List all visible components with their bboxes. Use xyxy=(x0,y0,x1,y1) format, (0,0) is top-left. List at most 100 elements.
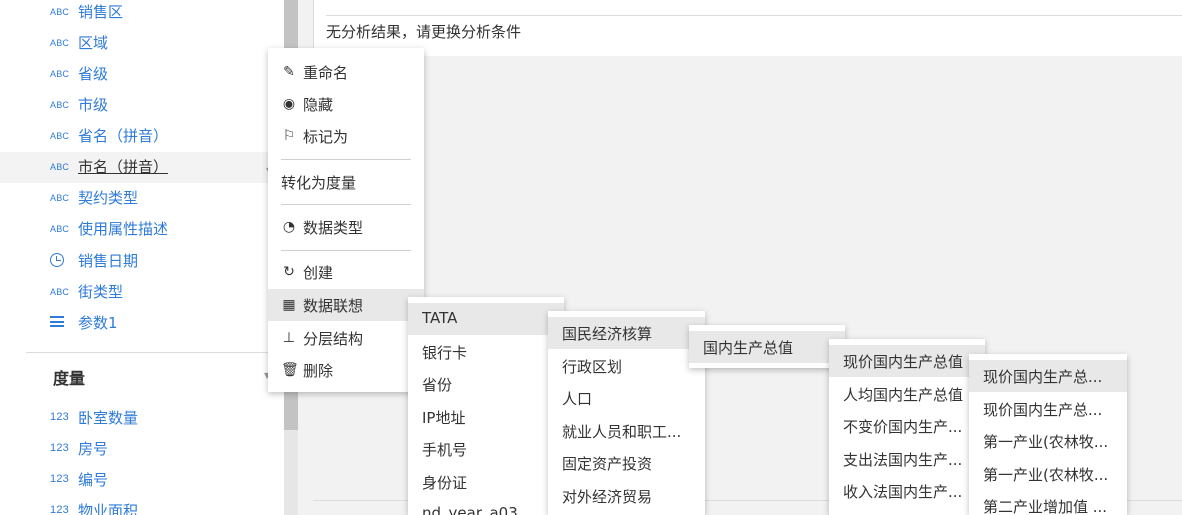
hierarchy-icon: ⊥ xyxy=(282,330,296,346)
submenu-item[interactable]: 就业人员和职工... xyxy=(548,415,705,447)
field-label: 房号 xyxy=(78,440,109,458)
menu-separator xyxy=(281,250,411,251)
menu-item-hierarchy[interactable]: ⊥ 分层结构 xyxy=(268,322,424,354)
submenu-item[interactable]: IP地址 xyxy=(408,401,564,433)
submenu-item[interactable]: 对外经济贸易 xyxy=(548,480,705,512)
field-label: 契约类型 xyxy=(78,189,139,207)
menu-label: 分层结构 xyxy=(303,330,364,348)
measure-item[interactable]: 123 编号 xyxy=(0,465,270,496)
submenu-item[interactable]: 现价国内生产总... xyxy=(969,393,1127,425)
measure-item[interactable]: 123 物业面积 xyxy=(0,496,270,515)
measure-item[interactable]: 123 卧室数量 xyxy=(0,403,270,434)
field-item[interactable]: 销售日期 xyxy=(0,246,270,277)
menu-item-data-association[interactable]: ▦ 数据联想 xyxy=(268,289,424,321)
flag-icon: ⚐ xyxy=(282,128,296,144)
menu-separator xyxy=(281,159,411,160)
submenu-label: 人均国内生产总值 xyxy=(843,386,964,404)
menu-item-data-type[interactable]: ◔ 数据类型 xyxy=(268,211,424,243)
field-label: 使用属性描述 xyxy=(78,220,169,238)
field-item-selected[interactable]: ABC 市名（拼音） xyxy=(0,152,270,183)
number-type-icon: 123 xyxy=(50,411,69,423)
field-item[interactable]: ABC 市级 xyxy=(0,90,270,121)
field-item[interactable]: ABC 街类型 xyxy=(0,277,270,308)
field-label: 编号 xyxy=(78,471,109,489)
menu-item-delete[interactable]: 🗑 删除 xyxy=(268,354,424,386)
submenu-label: 国民经济核算 xyxy=(562,325,653,343)
submenu-label: 第二产业增加值 ... xyxy=(983,498,1108,515)
submenu-label: 行政区划 xyxy=(562,358,623,376)
submenu-item[interactable]: 银行卡 xyxy=(408,336,564,368)
submenu-label: IP地址 xyxy=(422,409,466,427)
submenu-label: 现价国内生产总... xyxy=(983,368,1103,386)
field-label: 销售日期 xyxy=(78,252,139,270)
submenu-gdp-submetrics: 现价国内生产总... 现价国内生产总... 第一产业(农林牧... 第一产业(农… xyxy=(969,354,1127,515)
menu-item-mark-as[interactable]: ⚐ 标记为 xyxy=(268,120,424,152)
field-item[interactable]: ABC 区域 xyxy=(0,28,270,59)
menu-item-convert-to-measure[interactable]: 转化为度量 xyxy=(268,166,424,198)
create-icon: ↻ xyxy=(283,264,295,280)
submenu-item[interactable]: 国民经济核算 xyxy=(548,317,705,349)
submenu-label: 第一产业(农林牧... xyxy=(983,433,1109,451)
field-label: 参数1 xyxy=(78,314,118,332)
text-type-icon: ABC xyxy=(50,224,70,234)
submenu-label: 不变价国内生产... xyxy=(843,418,963,436)
field-item[interactable]: ABC 省名（拼音） xyxy=(0,121,270,152)
number-type-icon: 123 xyxy=(50,473,69,485)
submenu-item[interactable]: 第一产业(农林牧... xyxy=(969,458,1127,490)
submenu-label: 对外经济贸易 xyxy=(562,488,653,506)
field-panel: ABC 销售区 ABC 区域 ABC 省级 ABC 市级 ABC 省名（拼音） ABC 市名… xyxy=(0,0,284,515)
submenu-item[interactable]: 现价国内生产总... xyxy=(969,360,1127,392)
field-item[interactable]: ABC 契约类型 xyxy=(0,183,270,214)
submenu-item[interactable]: 不变价国内生产... xyxy=(829,410,985,442)
submenu-label: nd_year_a03 xyxy=(422,504,518,515)
submenu-item[interactable]: 固定资产投资 xyxy=(548,447,705,479)
submenu-item[interactable]: 国内生产总值 xyxy=(689,331,845,363)
clock-icon xyxy=(50,253,64,267)
text-type-icon: ABC xyxy=(50,287,70,297)
measures-title: 度量 xyxy=(53,369,86,388)
submenu-item[interactable]: nd_year_a03 xyxy=(408,498,564,515)
field-item[interactable]: ABC 使用属性描述 xyxy=(0,214,270,245)
submenu-item[interactable]: 现价国内生产总值 xyxy=(829,345,985,377)
submenu-gdp: 国内生产总值 xyxy=(689,325,845,368)
submenu-item[interactable]: 第一产业(农林牧... xyxy=(969,425,1127,457)
field-label: 物业面积 xyxy=(78,502,139,515)
submenu-item[interactable]: 人口 xyxy=(548,382,705,414)
text-type-icon: ABC xyxy=(50,131,70,141)
submenu-label: 人口 xyxy=(562,390,593,408)
submenu-label: 固定资产投资 xyxy=(562,455,653,473)
submenu-item[interactable]: 收入法国内生产... xyxy=(829,475,985,507)
submenu-item[interactable]: 支出法国内生产... xyxy=(829,443,985,475)
number-type-icon: 123 xyxy=(50,504,69,515)
submenu-categories: 国民经济核算 行政区划 人口 就业人员和职工... 固定资产投资 对外经济贸易 xyxy=(548,311,705,515)
submenu-label: 身份证 xyxy=(422,474,468,492)
no-result-message: 无分析结果，请更换分析条件 xyxy=(326,23,522,41)
field-label: 街类型 xyxy=(78,283,124,301)
menu-item-hide[interactable]: ◉ 隐藏 xyxy=(268,88,424,120)
submenu-item[interactable]: 身份证 xyxy=(408,466,564,498)
menu-label: 隐藏 xyxy=(303,96,334,114)
submenu-item[interactable]: 手机号 xyxy=(408,433,564,465)
submenu-label: 支出法国内生产... xyxy=(843,451,963,469)
field-item[interactable]: ABC 省级 xyxy=(0,59,270,90)
pencil-icon: ✎ xyxy=(283,64,295,80)
menu-item-create[interactable]: ↻ 创建 xyxy=(268,256,424,288)
trash-icon: 🗑 xyxy=(281,362,299,378)
submenu-item[interactable]: 省份 xyxy=(408,368,564,400)
submenu-label: 国内生产总值 xyxy=(703,339,794,357)
field-item[interactable]: ABC 销售区 xyxy=(0,0,270,28)
field-item[interactable]: 参数1 xyxy=(0,308,270,339)
submenu-item[interactable]: 行政区划 xyxy=(548,350,705,382)
field-label: 省名（拼音） xyxy=(78,127,169,145)
menu-item-rename[interactable]: ✎ 重命名 xyxy=(268,56,424,88)
submenu-item[interactable]: 第二产业增加值 ... xyxy=(969,490,1127,515)
measure-item[interactable]: 123 房号 xyxy=(0,434,270,465)
submenu-label: 手机号 xyxy=(422,441,468,459)
field-label: 卧室数量 xyxy=(78,409,139,427)
data-type-icon: ◔ xyxy=(282,219,296,235)
submenu-item[interactable]: 人均国内生产总值 xyxy=(829,378,985,410)
menu-label: 数据类型 xyxy=(303,219,364,237)
text-type-icon: ABC xyxy=(50,38,70,48)
text-type-icon: ABC xyxy=(50,69,70,79)
submenu-item[interactable]: TATA xyxy=(408,303,564,335)
